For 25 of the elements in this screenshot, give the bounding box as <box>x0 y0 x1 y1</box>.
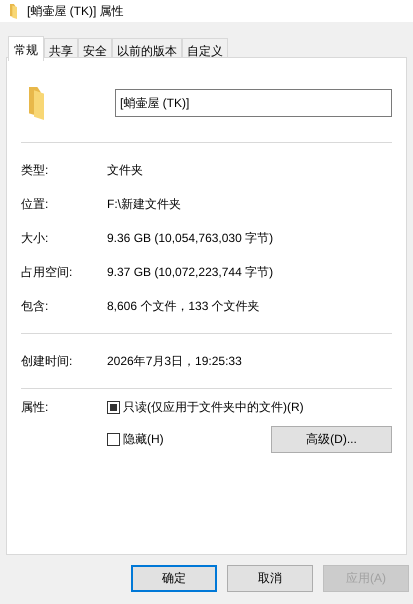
property-label: 类型: <box>21 162 50 178</box>
property-label: 位置: <box>21 196 50 212</box>
advanced-button[interactable]: 高级(D)... <box>271 426 392 453</box>
checkbox[interactable] <box>107 401 120 414</box>
property-label: 创建时间: <box>21 352 74 370</box>
checkbox-label[interactable]: 只读(仅应用于文件夹中的文件)(R) <box>123 399 304 416</box>
property-value: F:\新建文件夹 <box>107 196 181 212</box>
property-value: 8,606 个文件，133 个文件夹 <box>107 298 260 314</box>
property-value: 文件夹 <box>107 162 143 178</box>
checkbox[interactable] <box>107 433 120 446</box>
folder-icon <box>10 4 17 18</box>
name-field[interactable]: [蛸壷屋 (TK)] <box>115 89 392 117</box>
property-value: 9.37 GB (10,072,223,744 字节) <box>107 264 274 280</box>
dialog-button[interactable]: 取消 <box>227 565 313 592</box>
property-label: 包含: <box>21 298 50 314</box>
checkbox-label[interactable]: 隐藏(H) <box>123 431 164 448</box>
tab[interactable]: 常规 <box>8 36 44 61</box>
property-value: 2026年7月3日，19:25:33 <box>107 352 242 370</box>
property-label: 属性: <box>21 399 50 416</box>
property-label: 大小: <box>21 230 50 246</box>
property-label: 占用空间: <box>21 264 74 280</box>
property-value: 9.36 GB (10,054,763,030 字节) <box>107 230 274 246</box>
dialog-button[interactable]: 确定 <box>131 565 217 592</box>
folder-icon <box>29 86 44 120</box>
window-title: [蛸壷屋 (TK)] 属性 <box>27 2 124 20</box>
